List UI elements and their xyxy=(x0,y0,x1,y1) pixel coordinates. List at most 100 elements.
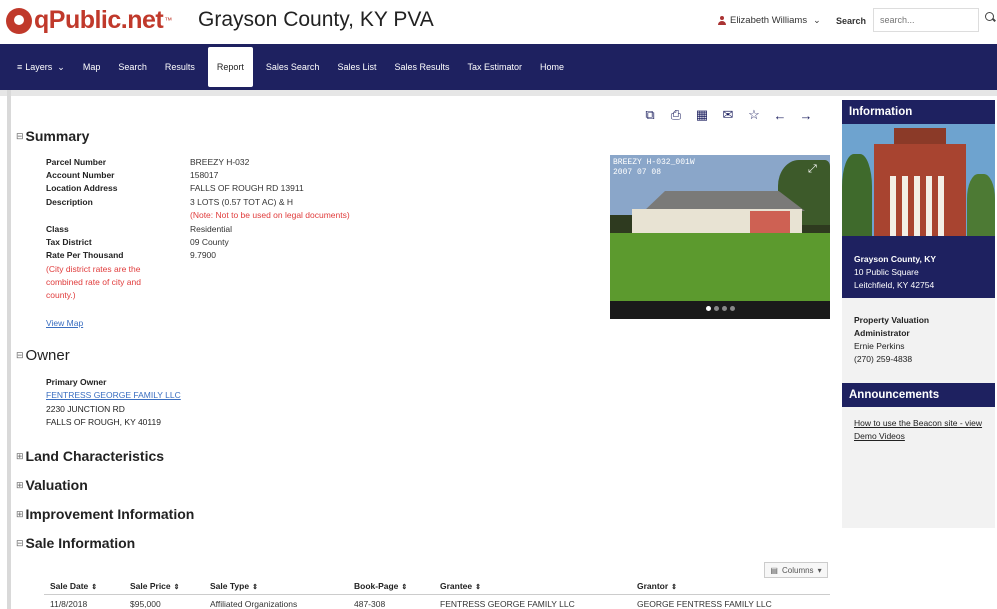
cell-sale-type: Affiliated Organizations xyxy=(210,599,298,609)
columns-icon: ▤ xyxy=(770,565,778,575)
chevron-down-icon: ▾ xyxy=(817,565,822,575)
owner-header[interactable]: ⊟ Owner xyxy=(16,347,70,364)
rate-note-2: combined rate of city and xyxy=(46,277,141,287)
primary-owner-label: Primary Owner xyxy=(46,377,107,387)
parcel-number: BREEZY H-032 xyxy=(190,157,250,167)
user-menu[interactable]: Elizabeth Williams ⌄ xyxy=(718,15,821,26)
expand-section-icon: ⊞ xyxy=(16,508,24,519)
qpublic-logo[interactable]: qPublic.net ™ xyxy=(6,6,172,35)
account-number: 158017 xyxy=(190,170,219,180)
location-address: FALLS OF ROUGH RD 13911 xyxy=(190,183,304,193)
col-sale-date[interactable]: Sale Date ⇕ xyxy=(50,581,97,591)
col-label: Sale Type xyxy=(210,581,250,591)
pager-dot[interactable] xyxy=(706,306,711,311)
brand-trademark: ™ xyxy=(164,16,173,25)
search-label: Search xyxy=(836,16,867,26)
email-icon[interactable]: ✉ xyxy=(720,107,736,122)
pva-title-1: Property Valuation xyxy=(854,315,930,325)
photo-garage xyxy=(750,211,790,233)
search-icon[interactable] xyxy=(985,12,994,21)
description-note: (Note: Not to be used on legal documents… xyxy=(190,210,350,220)
owner-address-1: 2230 JUNCTION RD xyxy=(46,404,125,414)
columns-label: Columns xyxy=(781,565,814,575)
nav-search[interactable]: Search xyxy=(109,47,156,87)
description-label: Description xyxy=(46,197,93,207)
nav-home[interactable]: Home xyxy=(531,47,573,87)
courthouse-photo xyxy=(842,124,995,236)
star-icon[interactable]: ☆ xyxy=(746,107,762,122)
valuation-header[interactable]: ⊞ Valuation xyxy=(16,477,88,493)
col-label: Grantee xyxy=(440,581,473,591)
land-heading: Land Characteristics xyxy=(25,448,165,464)
col-book-page[interactable]: Book-Page ⇕ xyxy=(354,581,407,591)
cell-grantee: FENTRESS GEORGE FAMILY LLC xyxy=(440,599,575,609)
pager-dot[interactable] xyxy=(722,306,727,311)
property-photo[interactable]: BREEZY H-032_001W 2007 07 08 ⤢ xyxy=(610,155,830,319)
sort-icon: ⇕ xyxy=(475,584,481,591)
expand-section-icon: ⊞ xyxy=(16,479,24,490)
sale-information-header[interactable]: ⊟ Sale Information xyxy=(16,535,135,551)
collapse-icon: ⊟ xyxy=(16,350,24,360)
nav-map[interactable]: Map xyxy=(74,47,110,87)
improvement-header[interactable]: ⊞ Improvement Information xyxy=(16,506,194,522)
col-label: Sale Date xyxy=(50,581,89,591)
user-icon xyxy=(718,16,726,25)
land-characteristics-header[interactable]: ⊞ Land Characteristics xyxy=(16,448,164,464)
sort-icon: ⇕ xyxy=(91,584,98,591)
nav-layers[interactable]: ≡ Layers ⌄ xyxy=(8,47,74,87)
photo-caption-line-1: BREEZY H-032_001W xyxy=(613,158,695,167)
announce-link-2[interactable]: Demo Videos xyxy=(854,431,905,441)
search-input[interactable] xyxy=(873,8,979,32)
pager-dot[interactable] xyxy=(714,306,719,311)
nav-sales-search[interactable]: Sales Search xyxy=(257,47,329,87)
announce-link-1[interactable]: How to use the Beacon site - view xyxy=(854,418,982,428)
col-grantee[interactable]: Grantee ⇕ xyxy=(440,581,481,591)
pager-dot[interactable] xyxy=(730,306,735,311)
expand-icon[interactable]: ⤢ xyxy=(808,163,822,177)
photo-columns xyxy=(890,176,948,236)
chevron-down-icon: ⌄ xyxy=(57,61,65,72)
arrow-right-icon[interactable]: → xyxy=(798,108,814,123)
chevron-down-icon: ⌄ xyxy=(813,15,821,25)
pva-title-2: Administrator xyxy=(854,328,910,338)
print-icon[interactable]: ⎙ xyxy=(668,107,684,122)
rate-note-3: county.) xyxy=(46,290,76,300)
county-street: 10 Public Square xyxy=(854,267,919,277)
rate-value: 9.7900 xyxy=(190,250,216,260)
sort-icon: ⇕ xyxy=(401,584,408,591)
columns-button[interactable]: ▤ Columns ▾ xyxy=(764,562,828,578)
arrow-left-icon[interactable]: ← xyxy=(772,108,788,123)
county-title: Grayson County, KY PVA xyxy=(198,8,434,31)
col-grantor[interactable]: Grantor ⇕ xyxy=(637,581,677,591)
nav-sales-results[interactable]: Sales Results xyxy=(385,47,458,87)
col-sale-price[interactable]: Sale Price ⇕ xyxy=(130,581,180,591)
nav-report[interactable]: Report xyxy=(207,47,253,87)
rate-label: Rate Per Thousand xyxy=(46,250,124,260)
view-map-link[interactable]: View Map xyxy=(46,318,83,328)
left-rule xyxy=(7,90,11,609)
account-number-label: Account Number xyxy=(46,170,115,180)
pva-name: Ernie Perkins xyxy=(854,341,905,351)
share-icon[interactable]: ⧉ xyxy=(642,107,658,122)
owner-heading: Owner xyxy=(25,347,70,364)
sale-heading: Sale Information xyxy=(25,535,136,551)
photo-tree xyxy=(967,174,995,236)
nav-layers-label: Layers xyxy=(25,62,53,72)
tax-district: 09 County xyxy=(190,237,229,247)
information-heading: Information xyxy=(842,100,995,124)
nav-tax-estimator[interactable]: Tax Estimator xyxy=(459,47,532,87)
nav-sales-list[interactable]: Sales List xyxy=(328,47,385,87)
cell-book-page: 487-308 xyxy=(354,599,386,609)
improvement-heading: Improvement Information xyxy=(25,506,195,522)
owner-address-2: FALLS OF ROUGH, KY 40119 xyxy=(46,417,161,427)
nav-results[interactable]: Results xyxy=(156,47,204,87)
collapse-icon: ⊟ xyxy=(16,130,24,141)
collapse-icon: ⊟ xyxy=(16,537,24,548)
summary-header[interactable]: ⊟ Summary xyxy=(16,128,89,144)
image-icon[interactable]: ▦ xyxy=(694,107,710,122)
owner-name-link[interactable]: FENTRESS GEORGE FAMILY LLC xyxy=(46,390,181,400)
col-sale-type[interactable]: Sale Type ⇕ xyxy=(210,581,258,591)
pva-phone: (270) 259-4838 xyxy=(854,354,913,364)
tax-district-label: Tax District xyxy=(46,237,92,247)
summary-heading: Summary xyxy=(25,128,90,144)
